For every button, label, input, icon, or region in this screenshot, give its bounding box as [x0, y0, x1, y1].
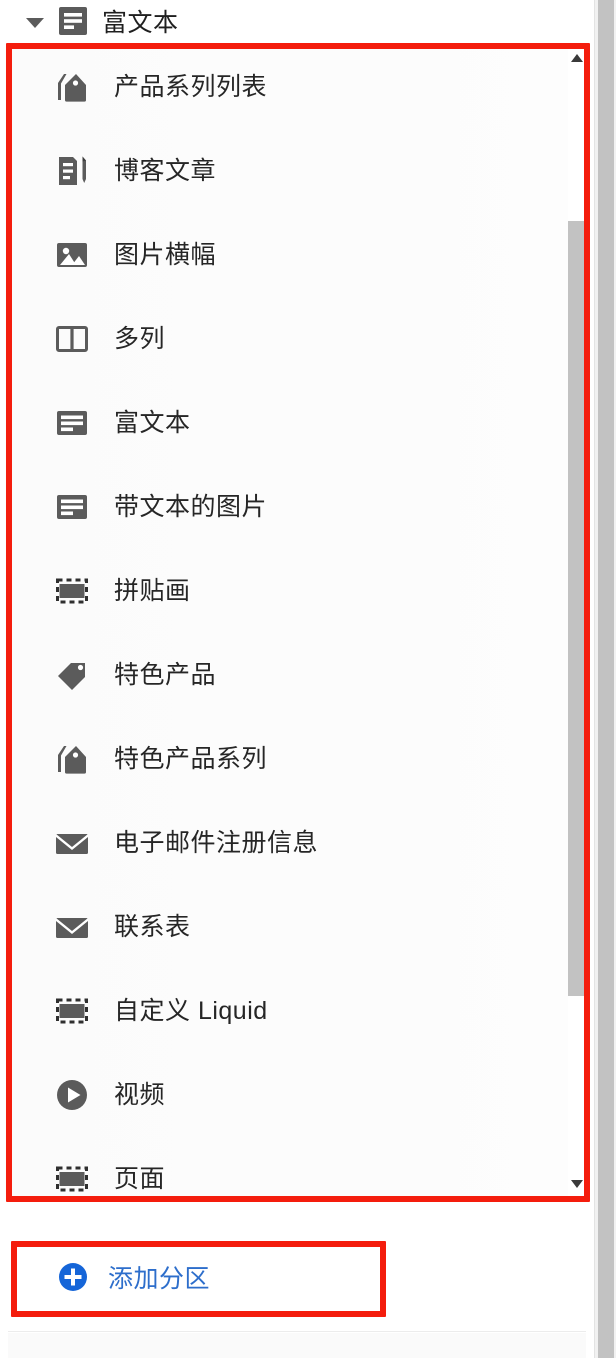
section-list-item[interactable]: 特色产品系列	[8, 717, 568, 801]
section-list-item[interactable]: 多列	[8, 297, 568, 381]
chevron-down-icon[interactable]	[26, 18, 44, 28]
section-list-item[interactable]: 产品系列列表	[8, 45, 568, 129]
envelope-icon	[52, 823, 92, 863]
rich-text-icon	[58, 6, 88, 41]
section-list-item-label: 博客文章	[114, 156, 217, 185]
add-section-label: 添加分区	[108, 1265, 211, 1293]
collection-tag-icon	[52, 739, 92, 779]
section-list-scrollbar-track[interactable]	[568, 45, 586, 1197]
section-list: 产品系列列表 博客文章图片横幅多列富文本带文本的图片 拼贴画特色产品特色产品系列电子…	[8, 45, 568, 1197]
section-list-item-label: 多列	[114, 324, 166, 353]
section-list-panel: 产品系列列表 博客文章图片横幅多列富文本带文本的图片 拼贴画特色产品特色产品系列电子…	[8, 45, 586, 1197]
section-list-item[interactable]: 自定义 Liquid	[8, 969, 568, 1053]
section-list-item-label: 图片横幅	[114, 240, 217, 269]
section-list-item-label: 产品系列列表	[114, 72, 268, 101]
add-section-button[interactable]: 添加分区	[8, 1228, 586, 1332]
section-list-item-label: 联系表	[114, 912, 191, 941]
page-icon	[52, 1159, 92, 1197]
section-list-item[interactable]: 博客文章	[8, 129, 568, 213]
section-list-item-label: 拼贴画	[114, 576, 191, 605]
section-list-item-label: 电子邮件注册信息	[114, 828, 319, 857]
section-picker-panel: 富文本 产品系列列表 博客文章 图片横幅 多列 富文本 带文本的图片 拼贴画 特色产品 特色产品…	[0, 0, 616, 1358]
section-list-item[interactable]: 特色产品	[8, 633, 568, 717]
section-list-item-label: 页面	[114, 1164, 166, 1193]
image-with-text-icon	[52, 487, 92, 527]
section-list-item-label: 富文本	[114, 408, 191, 437]
envelope-icon	[52, 907, 92, 947]
multi-column-icon	[52, 319, 92, 359]
section-list-item[interactable]: 联系表	[8, 885, 568, 969]
section-list-item-label: 自定义 Liquid	[114, 996, 268, 1025]
section-list-item-label: 特色产品系列	[114, 744, 268, 773]
section-list-item[interactable]: 图片横幅	[8, 213, 568, 297]
section-header-rich-text[interactable]: 富文本	[0, 0, 578, 46]
tag-icon	[52, 655, 92, 695]
collage-icon	[52, 571, 92, 611]
scroll-down-arrow-icon[interactable]	[571, 1180, 583, 1188]
plus-circle-icon	[58, 1262, 88, 1297]
custom-liquid-icon	[52, 991, 92, 1031]
play-circle-icon	[52, 1075, 92, 1115]
section-list-item[interactable]: 视频	[8, 1053, 568, 1137]
section-list-viewport: 产品系列列表 博客文章图片横幅多列富文本带文本的图片 拼贴画特色产品特色产品系列电子…	[8, 45, 568, 1197]
section-list-item-label: 视频	[114, 1080, 166, 1109]
section-list-item[interactable]: 带文本的图片	[8, 465, 568, 549]
rich-text-icon	[52, 403, 92, 443]
scroll-up-arrow-icon[interactable]	[571, 54, 583, 62]
section-list-item-label: 特色产品	[114, 660, 217, 689]
section-list-item[interactable]: 页面	[8, 1137, 568, 1197]
page-title: 富文本	[102, 8, 179, 37]
panel-bottom-strip	[8, 1333, 586, 1358]
collection-tag-icon	[52, 67, 92, 107]
section-list-item[interactable]: 拼贴画	[8, 549, 568, 633]
section-list-item[interactable]: 富文本	[8, 381, 568, 465]
blog-post-icon	[52, 151, 92, 191]
section-list-scrollbar-thumb[interactable]	[568, 221, 585, 996]
page-scrollbar-thumb[interactable]	[598, 0, 614, 1358]
section-list-item[interactable]: 电子邮件注册信息	[8, 801, 568, 885]
image-banner-icon	[52, 235, 92, 275]
page-scrollbar-track[interactable]	[594, 0, 616, 1358]
section-list-item-label: 带文本的图片	[114, 492, 268, 521]
